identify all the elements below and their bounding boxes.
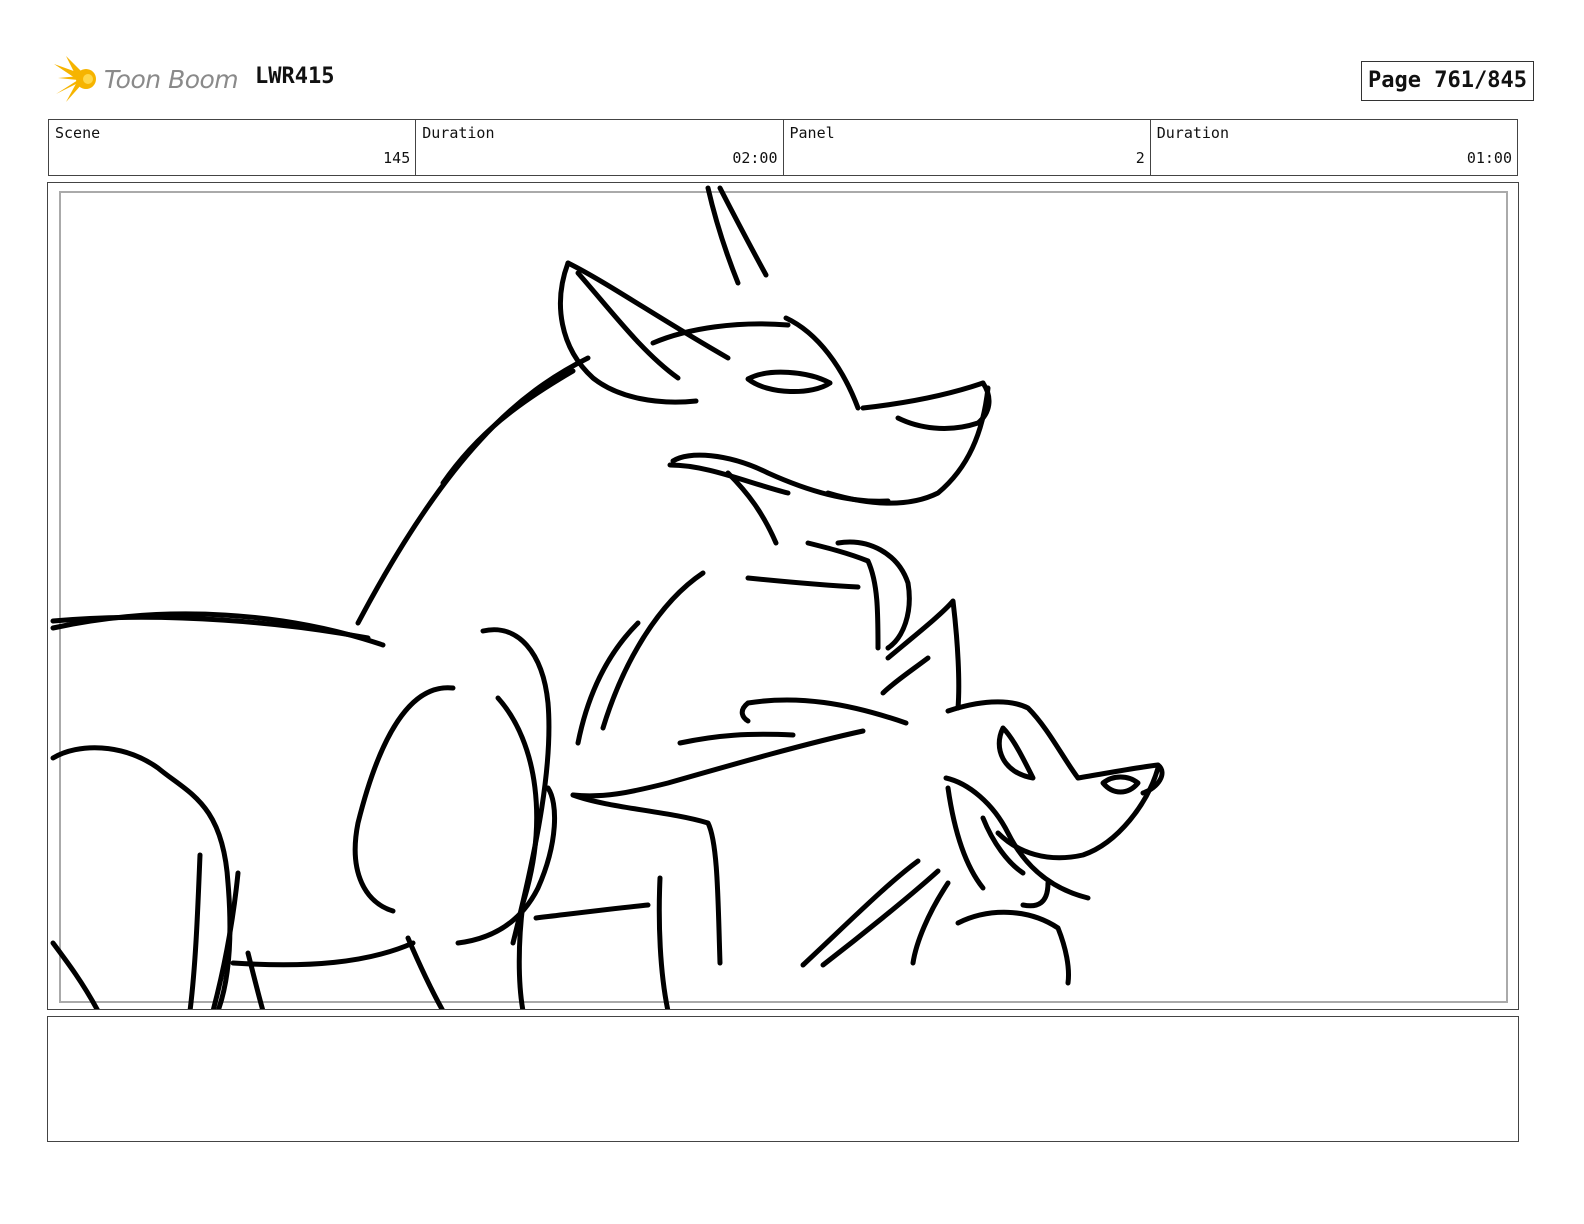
panel-cell: Panel 2	[782, 120, 1150, 175]
panel-duration-cell: Duration 01:00	[1149, 120, 1517, 175]
hyena-sketch-drawing	[50, 185, 1165, 1009]
project-title: LWR415	[255, 64, 335, 89]
panel-notes-box	[47, 1016, 1519, 1142]
panel-label: Panel	[789, 124, 835, 142]
storyboard-panel-image	[47, 182, 1519, 1010]
starburst-icon	[54, 56, 96, 102]
panel-value: 2	[1135, 149, 1145, 167]
panel-duration-value: 01:00	[1466, 149, 1512, 167]
scene-duration-cell: Duration 02:00	[415, 120, 782, 175]
scene-duration-label: Duration	[422, 124, 495, 142]
scene-cell: Scene 145	[49, 120, 415, 175]
panel-duration-label: Duration	[1156, 124, 1229, 142]
page-counter: Page 761/845	[1361, 61, 1534, 101]
toon-boom-logo: Toon Boom	[52, 54, 239, 104]
scene-duration-value: 02:00	[732, 149, 778, 167]
scene-value: 145	[383, 149, 411, 167]
panel-info-bar: Scene 145 Duration 02:00 Panel 2 Duratio…	[48, 119, 1518, 176]
page-header: Toon Boom LWR415 Page 761/845	[52, 54, 1534, 106]
logo-text: Toon Boom	[104, 64, 239, 94]
scene-label: Scene	[55, 124, 101, 142]
